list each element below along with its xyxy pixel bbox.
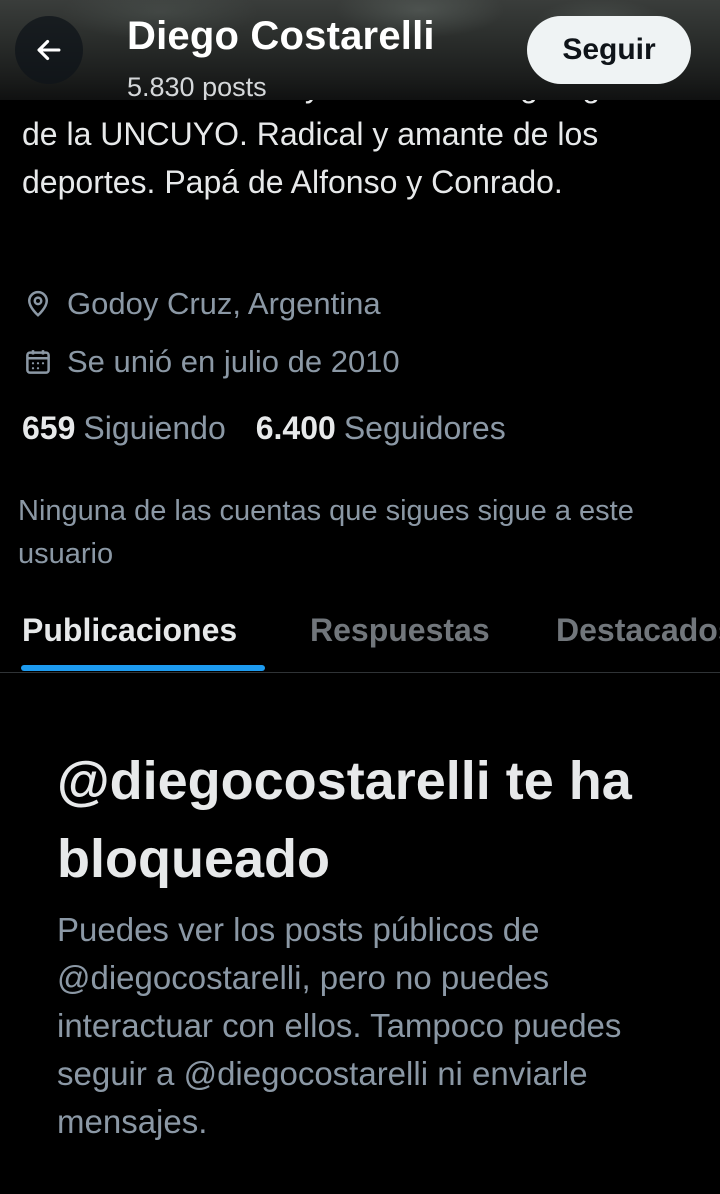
profile-location: Godoy Cruz, Argentina bbox=[22, 286, 381, 322]
tab-respuestas[interactable]: Respuestas bbox=[310, 612, 490, 649]
profile-tabs: Publicaciones Respuestas Destacados bbox=[0, 594, 720, 673]
followers-link[interactable]: 6.400 Seguidores bbox=[256, 410, 506, 447]
calendar-icon bbox=[22, 346, 54, 378]
followers-count: 6.400 bbox=[255, 410, 336, 446]
location-text: Godoy Cruz, Argentina bbox=[67, 286, 381, 321]
arrow-left-icon bbox=[32, 33, 66, 67]
header-post-count: 5.830 posts bbox=[127, 72, 267, 100]
mutual-followers-note: Ninguna de las cuentas que sigues sigue … bbox=[18, 495, 634, 570]
blocked-title: @diegocostarelli te ha bloqueado bbox=[57, 751, 632, 889]
tab-destacados[interactable]: Destacados bbox=[556, 612, 720, 649]
profile-joined-date: Se unió en julio de 2010 bbox=[22, 344, 400, 380]
followers-label: Seguidores bbox=[343, 410, 506, 446]
blocked-description: Puedes ver los posts públicos de @diegoc… bbox=[57, 911, 622, 1140]
following-count: 659 bbox=[22, 410, 76, 446]
active-tab-indicator bbox=[21, 665, 265, 671]
follow-counts: 659 Siguiendo 6.400 Seguidores bbox=[22, 410, 506, 447]
header-profile-name: Diego Costarelli bbox=[127, 14, 435, 58]
following-link[interactable]: 659 Siguiendo bbox=[22, 410, 226, 447]
location-pin-icon bbox=[22, 288, 54, 320]
tab-publicaciones[interactable]: Publicaciones bbox=[22, 612, 237, 649]
back-button[interactable] bbox=[15, 16, 83, 84]
follow-button[interactable]: Seguir bbox=[527, 16, 691, 84]
profile-header: Diego Costarelli 5.830 posts Seguir bbox=[0, 0, 720, 100]
joined-text: Se unió en julio de 2010 bbox=[67, 344, 400, 379]
following-label: Siguiendo bbox=[83, 410, 226, 446]
